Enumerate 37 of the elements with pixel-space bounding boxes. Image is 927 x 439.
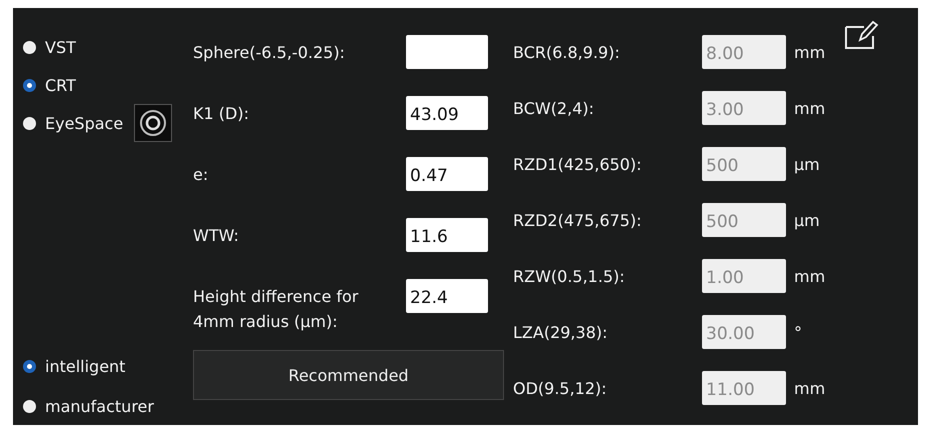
- unit-label: mm: [794, 42, 826, 62]
- radio-label[interactable]: manufacturer: [45, 396, 154, 416]
- edit-icon[interactable]: [844, 20, 880, 50]
- radio-label[interactable]: intelligent: [45, 356, 126, 376]
- input-field[interactable]: [406, 35, 488, 69]
- parameter-label: RZD1(425,650):: [513, 154, 643, 174]
- parameter-label: BCR(6.8,9.9):: [513, 42, 621, 62]
- unit-label: μm: [794, 154, 820, 174]
- parameter-label: OD(9.5,12):: [513, 378, 608, 398]
- radio-button[interactable]: [23, 40, 36, 54]
- input-field[interactable]: 0.47: [406, 157, 488, 191]
- radio-label[interactable]: CRT: [45, 76, 76, 94]
- parameter-label: RZD2(475,675):: [513, 210, 643, 230]
- parameter-label: RZW(0.5,1.5):: [513, 266, 626, 286]
- radio-button[interactable]: [23, 360, 36, 372]
- radio-button[interactable]: [23, 78, 36, 92]
- field-label: WTW:: [193, 225, 240, 247]
- field-label: Sphere(-6.5,-0.25):: [193, 42, 346, 64]
- field-label: K1 (D):: [193, 103, 250, 125]
- radio-button[interactable]: [23, 116, 36, 130]
- field-label: e:: [193, 164, 210, 186]
- field-label: Height difference for 4mm radius (μm):: [193, 286, 360, 333]
- unit-label: °: [794, 322, 802, 342]
- unit-label: μm: [794, 210, 820, 230]
- unit-label: mm: [794, 98, 826, 118]
- unit-label: mm: [794, 378, 826, 398]
- input-field[interactable]: 11.6: [406, 218, 488, 252]
- input-field[interactable]: 22.4: [406, 279, 488, 313]
- radio-label[interactable]: EyeSpace: [45, 114, 124, 132]
- unit-label: mm: [794, 266, 826, 286]
- recommended-button[interactable]: Recommended: [193, 350, 504, 400]
- parameter-label: LZA(29,38):: [513, 322, 608, 342]
- parameter-label: BCW(2,4):: [513, 98, 596, 118]
- radio-button[interactable]: [23, 400, 36, 412]
- radio-label[interactable]: VST: [45, 38, 76, 56]
- target-icon[interactable]: [134, 104, 172, 142]
- input-field[interactable]: 43.09: [406, 96, 488, 130]
